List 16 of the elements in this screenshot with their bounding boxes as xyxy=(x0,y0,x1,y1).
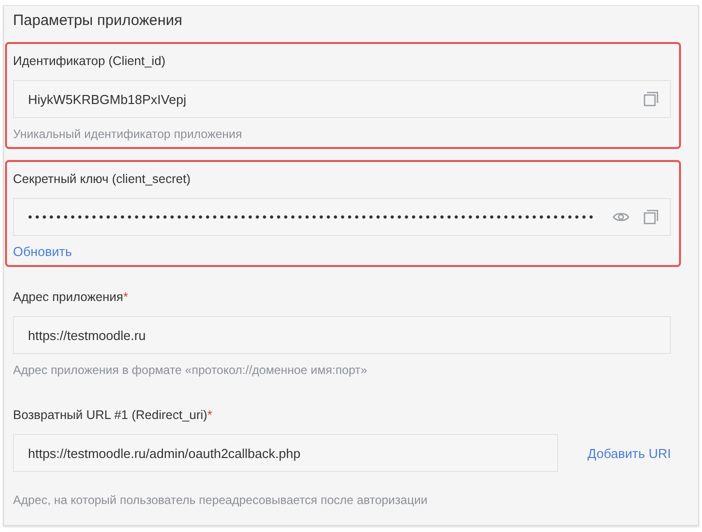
input-field[interactable]: HiykW5KRBGMb18PxIVepj xyxy=(13,80,671,118)
add-uri-link[interactable]: Добавить URI xyxy=(588,446,671,460)
helper-text: Адрес, на который пользователь переадресовывается после авторизации xyxy=(13,492,428,508)
field-label: Идентификатор (Client_id) xyxy=(13,53,166,69)
input-field[interactable]: https://testmoodle.ru xyxy=(13,316,671,354)
field-label: Адрес приложения* xyxy=(13,289,128,305)
input-field[interactable]: •••••••••••••••••••••••••••••••••••••••••••••••••••••••••••••••••••••••••••••••• xyxy=(13,198,671,236)
field-label: Секретный ключ (client_secret) xyxy=(13,171,190,187)
copy-icon[interactable] xyxy=(642,208,660,226)
input-field[interactable]: https://testmoodle.ru/admin/oauth2callback.php xyxy=(13,434,558,472)
helper-text: Уникальный идентификатор приложения xyxy=(13,126,242,142)
helper-text: Адрес приложения в формате «протокол://доменное имя:порт» xyxy=(13,362,368,378)
copy-icon[interactable] xyxy=(642,90,660,108)
field-label: Возвратный URL #1 (Redirect_uri)* xyxy=(13,407,212,423)
refresh-link[interactable]: Обновить xyxy=(13,244,72,260)
section-title: Параметры приложения xyxy=(13,12,182,30)
